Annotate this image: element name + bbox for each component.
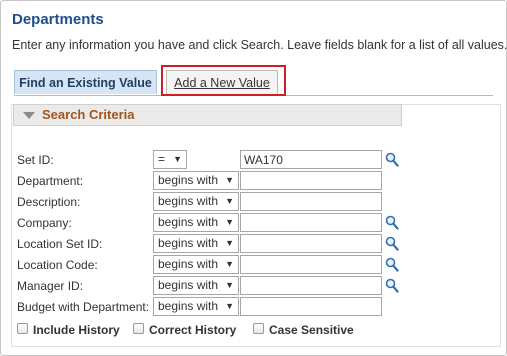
chevron-down-icon: ▼ — [225, 301, 234, 311]
include-history-label: Include History — [33, 323, 120, 337]
tab-find-existing-value-label: Find an Existing Value — [19, 76, 152, 90]
operator-value: begins with — [158, 215, 219, 229]
chevron-down-icon: ▼ — [225, 280, 234, 290]
operator-value: begins with — [158, 257, 219, 271]
chevron-down-icon: ▼ — [225, 259, 234, 269]
case-sensitive-label: Case Sensitive — [269, 323, 354, 337]
department-input[interactable] — [240, 171, 382, 190]
search-criteria-header[interactable]: Search Criteria — [13, 104, 402, 126]
magnifier-icon[interactable] — [385, 257, 399, 272]
chevron-down-icon: ▼ — [173, 154, 182, 164]
field-row-department: Department: begins with ▼ — [0, 171, 505, 191]
field-label-manager-id: Manager ID: — [17, 279, 84, 293]
location-set-id-input[interactable] — [240, 234, 382, 253]
field-label-location-code: Location Code: — [17, 258, 98, 272]
tab-find-existing-value[interactable]: Find an Existing Value — [14, 70, 157, 94]
chevron-down-icon: ▼ — [225, 238, 234, 248]
field-label-company: Company: — [17, 216, 72, 230]
location-code-input[interactable] — [240, 255, 382, 274]
field-label-set-id: Set ID: — [17, 153, 54, 167]
magnifier-icon[interactable] — [385, 215, 399, 230]
operator-value: begins with — [158, 278, 219, 292]
operator-select-company[interactable]: begins with ▼ — [153, 213, 239, 232]
operator-select-manager-id[interactable]: begins with ▼ — [153, 276, 239, 295]
tab-highlight-box — [161, 65, 286, 96]
field-row-company: Company: begins with ▼ — [0, 213, 505, 233]
include-history-checkbox[interactable] — [17, 323, 28, 334]
operator-select-budget-with-department[interactable]: begins with ▼ — [153, 297, 239, 316]
operator-select-department[interactable]: begins with ▼ — [153, 171, 239, 190]
magnifier-icon[interactable] — [385, 278, 399, 293]
field-row-set-id: Set ID: = ▼ — [0, 150, 505, 170]
case-sensitive-checkbox[interactable] — [253, 323, 264, 334]
field-row-location-set-id: Location Set ID: begins with ▼ — [0, 234, 505, 254]
search-options: Include History Correct History Case Sen… — [0, 322, 505, 338]
field-label-location-set-id: Location Set ID: — [17, 237, 103, 251]
field-row-budget-with-department: Budget with Department: begins with ▼ — [0, 297, 505, 317]
field-label-department: Department: — [17, 174, 84, 188]
field-row-manager-id: Manager ID: begins with ▼ — [0, 276, 505, 296]
page-title: Departments — [12, 11, 104, 28]
chevron-down-icon: ▼ — [225, 175, 234, 185]
magnifier-icon[interactable] — [385, 152, 399, 167]
chevron-down-icon: ▼ — [225, 196, 234, 206]
operator-select-set-id[interactable]: = ▼ — [153, 150, 187, 169]
field-row-description: Description: begins with ▼ — [0, 192, 505, 212]
triangle-down-icon[interactable] — [23, 112, 35, 119]
chevron-down-icon: ▼ — [225, 217, 234, 227]
operator-select-location-set-id[interactable]: begins with ▼ — [153, 234, 239, 253]
operator-select-location-code[interactable]: begins with ▼ — [153, 255, 239, 274]
operator-value: begins with — [158, 299, 219, 313]
search-criteria-title: Search Criteria — [42, 107, 135, 122]
operator-value: begins with — [158, 173, 219, 187]
operator-value: = — [158, 152, 166, 166]
field-row-location-code: Location Code: begins with ▼ — [0, 255, 505, 275]
budget-with-department-input[interactable] — [240, 297, 382, 316]
instructions-text: Enter any information you have and click… — [12, 38, 507, 52]
correct-history-label: Correct History — [149, 323, 237, 337]
manager-id-input[interactable] — [240, 276, 382, 295]
company-input[interactable] — [240, 213, 382, 232]
field-label-budget-with-department: Budget with Department: — [17, 300, 150, 314]
magnifier-icon[interactable] — [385, 236, 399, 251]
description-input[interactable] — [240, 192, 382, 211]
field-label-description: Description: — [17, 195, 81, 209]
correct-history-checkbox[interactable] — [133, 323, 144, 334]
operator-value: begins with — [158, 194, 219, 208]
operator-value: begins with — [158, 236, 219, 250]
set-id-input[interactable] — [240, 150, 382, 169]
operator-select-description[interactable]: begins with ▼ — [153, 192, 239, 211]
